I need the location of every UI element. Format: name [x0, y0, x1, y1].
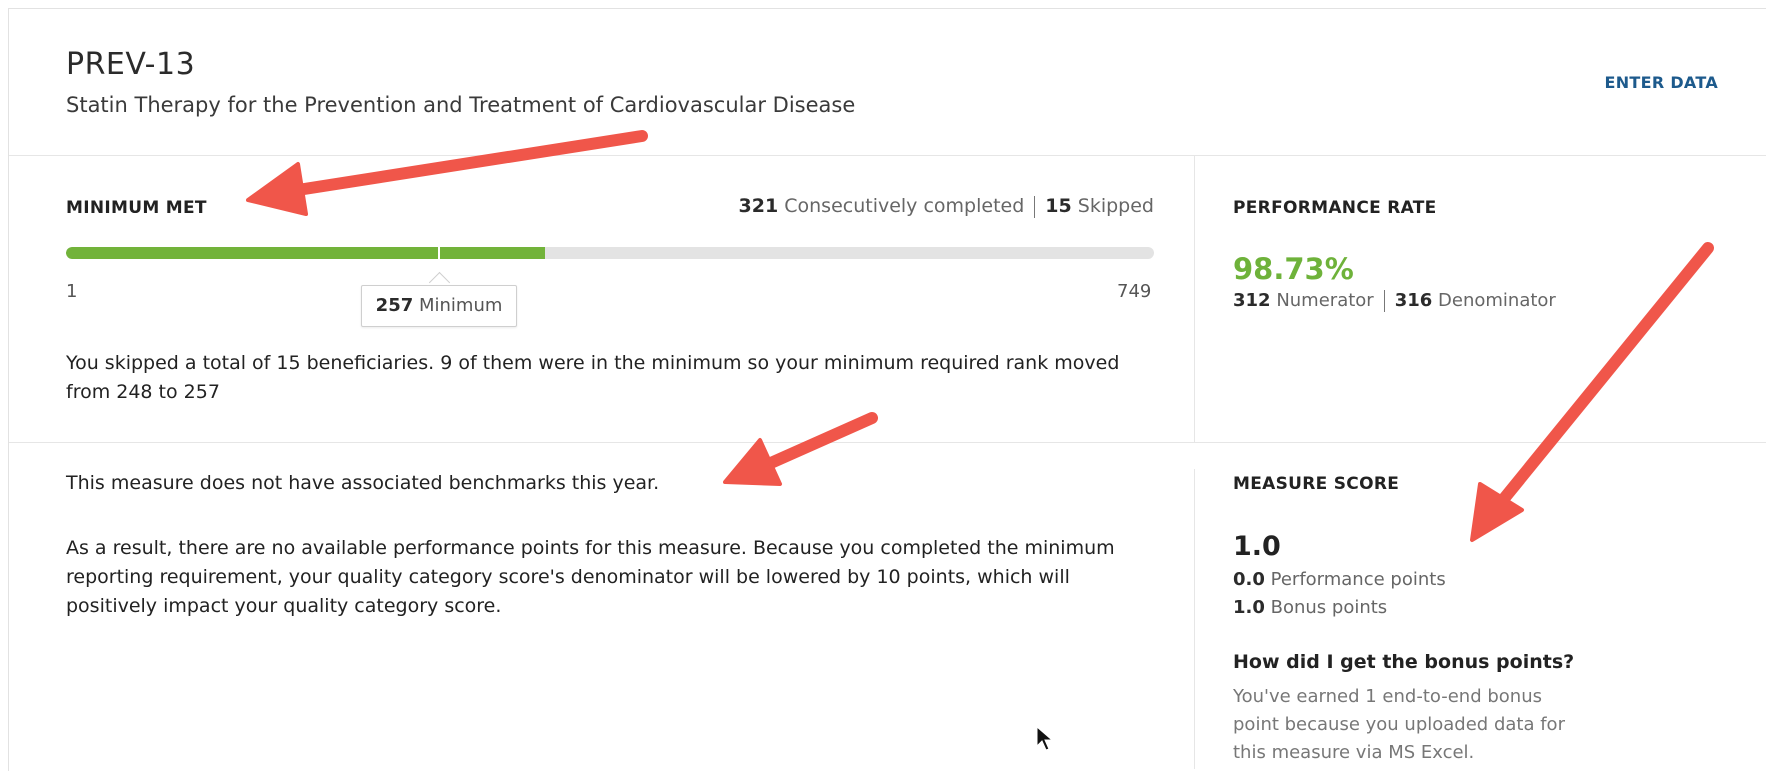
bonus-points-value: 1.0 [1233, 597, 1265, 618]
column-divider [1194, 469, 1195, 769]
minimum-status-label: MINIMUM MET [66, 198, 207, 218]
denominator-label: Denominator [1438, 290, 1556, 311]
consecutive-count: 321 [738, 195, 779, 217]
numerator-value: 312 [1233, 290, 1271, 311]
mouse-cursor-icon [1036, 726, 1054, 751]
performance-points-value: 0.0 [1233, 569, 1265, 590]
measure-score-value: 1.0 [1233, 531, 1281, 562]
benchmark-explanation: As a result, there are no available perf… [66, 537, 1115, 617]
performance-rate-value: 98.73% [1233, 252, 1354, 286]
completion-stats: 321 Consecutively completed 15 Skipped [739, 195, 1154, 218]
bonus-points: 1.0 Bonus points [1233, 597, 1387, 618]
measure-score-label: MEASURE SCORE [1233, 474, 1400, 494]
range-start: 1 [66, 281, 78, 302]
measure-id: PREV-13 [66, 47, 196, 82]
bonus-explanation: You've earned 1 end-to-end bonus point b… [1233, 686, 1565, 763]
skip-explanation: You skipped a total of 15 beneficiaries.… [66, 352, 1120, 403]
measure-header: PREV-13 Statin Therapy for the Preventio… [9, 9, 1766, 156]
minimum-label: Minimum [418, 295, 503, 316]
bonus-question: How did I get the bonus points? [1233, 651, 1575, 673]
section-divider [9, 442, 1766, 443]
denominator-value: 316 [1394, 290, 1433, 311]
minimum-value: 257 [375, 295, 414, 316]
rate-breakdown: 312 Numerator 316 Denominator [1233, 290, 1556, 312]
measure-card: PREV-13 Statin Therapy for the Preventio… [8, 8, 1766, 771]
numerator-label: Numerator [1276, 290, 1374, 311]
minimum-tooltip: 257 Minimum [360, 285, 518, 327]
skipped-count: 15 [1045, 195, 1072, 217]
bonus-points-label: Bonus points [1270, 597, 1388, 618]
progress-fill [66, 247, 545, 259]
enter-data-link[interactable]: ENTER DATA [1604, 73, 1718, 92]
performance-points-label: Performance points [1270, 569, 1446, 590]
stat-separator [1034, 195, 1036, 218]
completion-progress-bar [66, 247, 1154, 259]
performance-rate-label: PERFORMANCE RATE [1233, 198, 1437, 218]
range-end: 749 [1117, 281, 1152, 302]
stat-separator [1383, 290, 1385, 312]
column-divider [1194, 155, 1195, 442]
consecutive-label: Consecutively completed [784, 195, 1025, 217]
minimum-marker [438, 247, 441, 263]
measure-title: Statin Therapy for the Prevention and Tr… [66, 93, 856, 117]
performance-points: 0.0 Performance points [1233, 569, 1446, 590]
skipped-label: Skipped [1077, 195, 1154, 217]
benchmark-notice: This measure does not have associated be… [66, 472, 660, 494]
